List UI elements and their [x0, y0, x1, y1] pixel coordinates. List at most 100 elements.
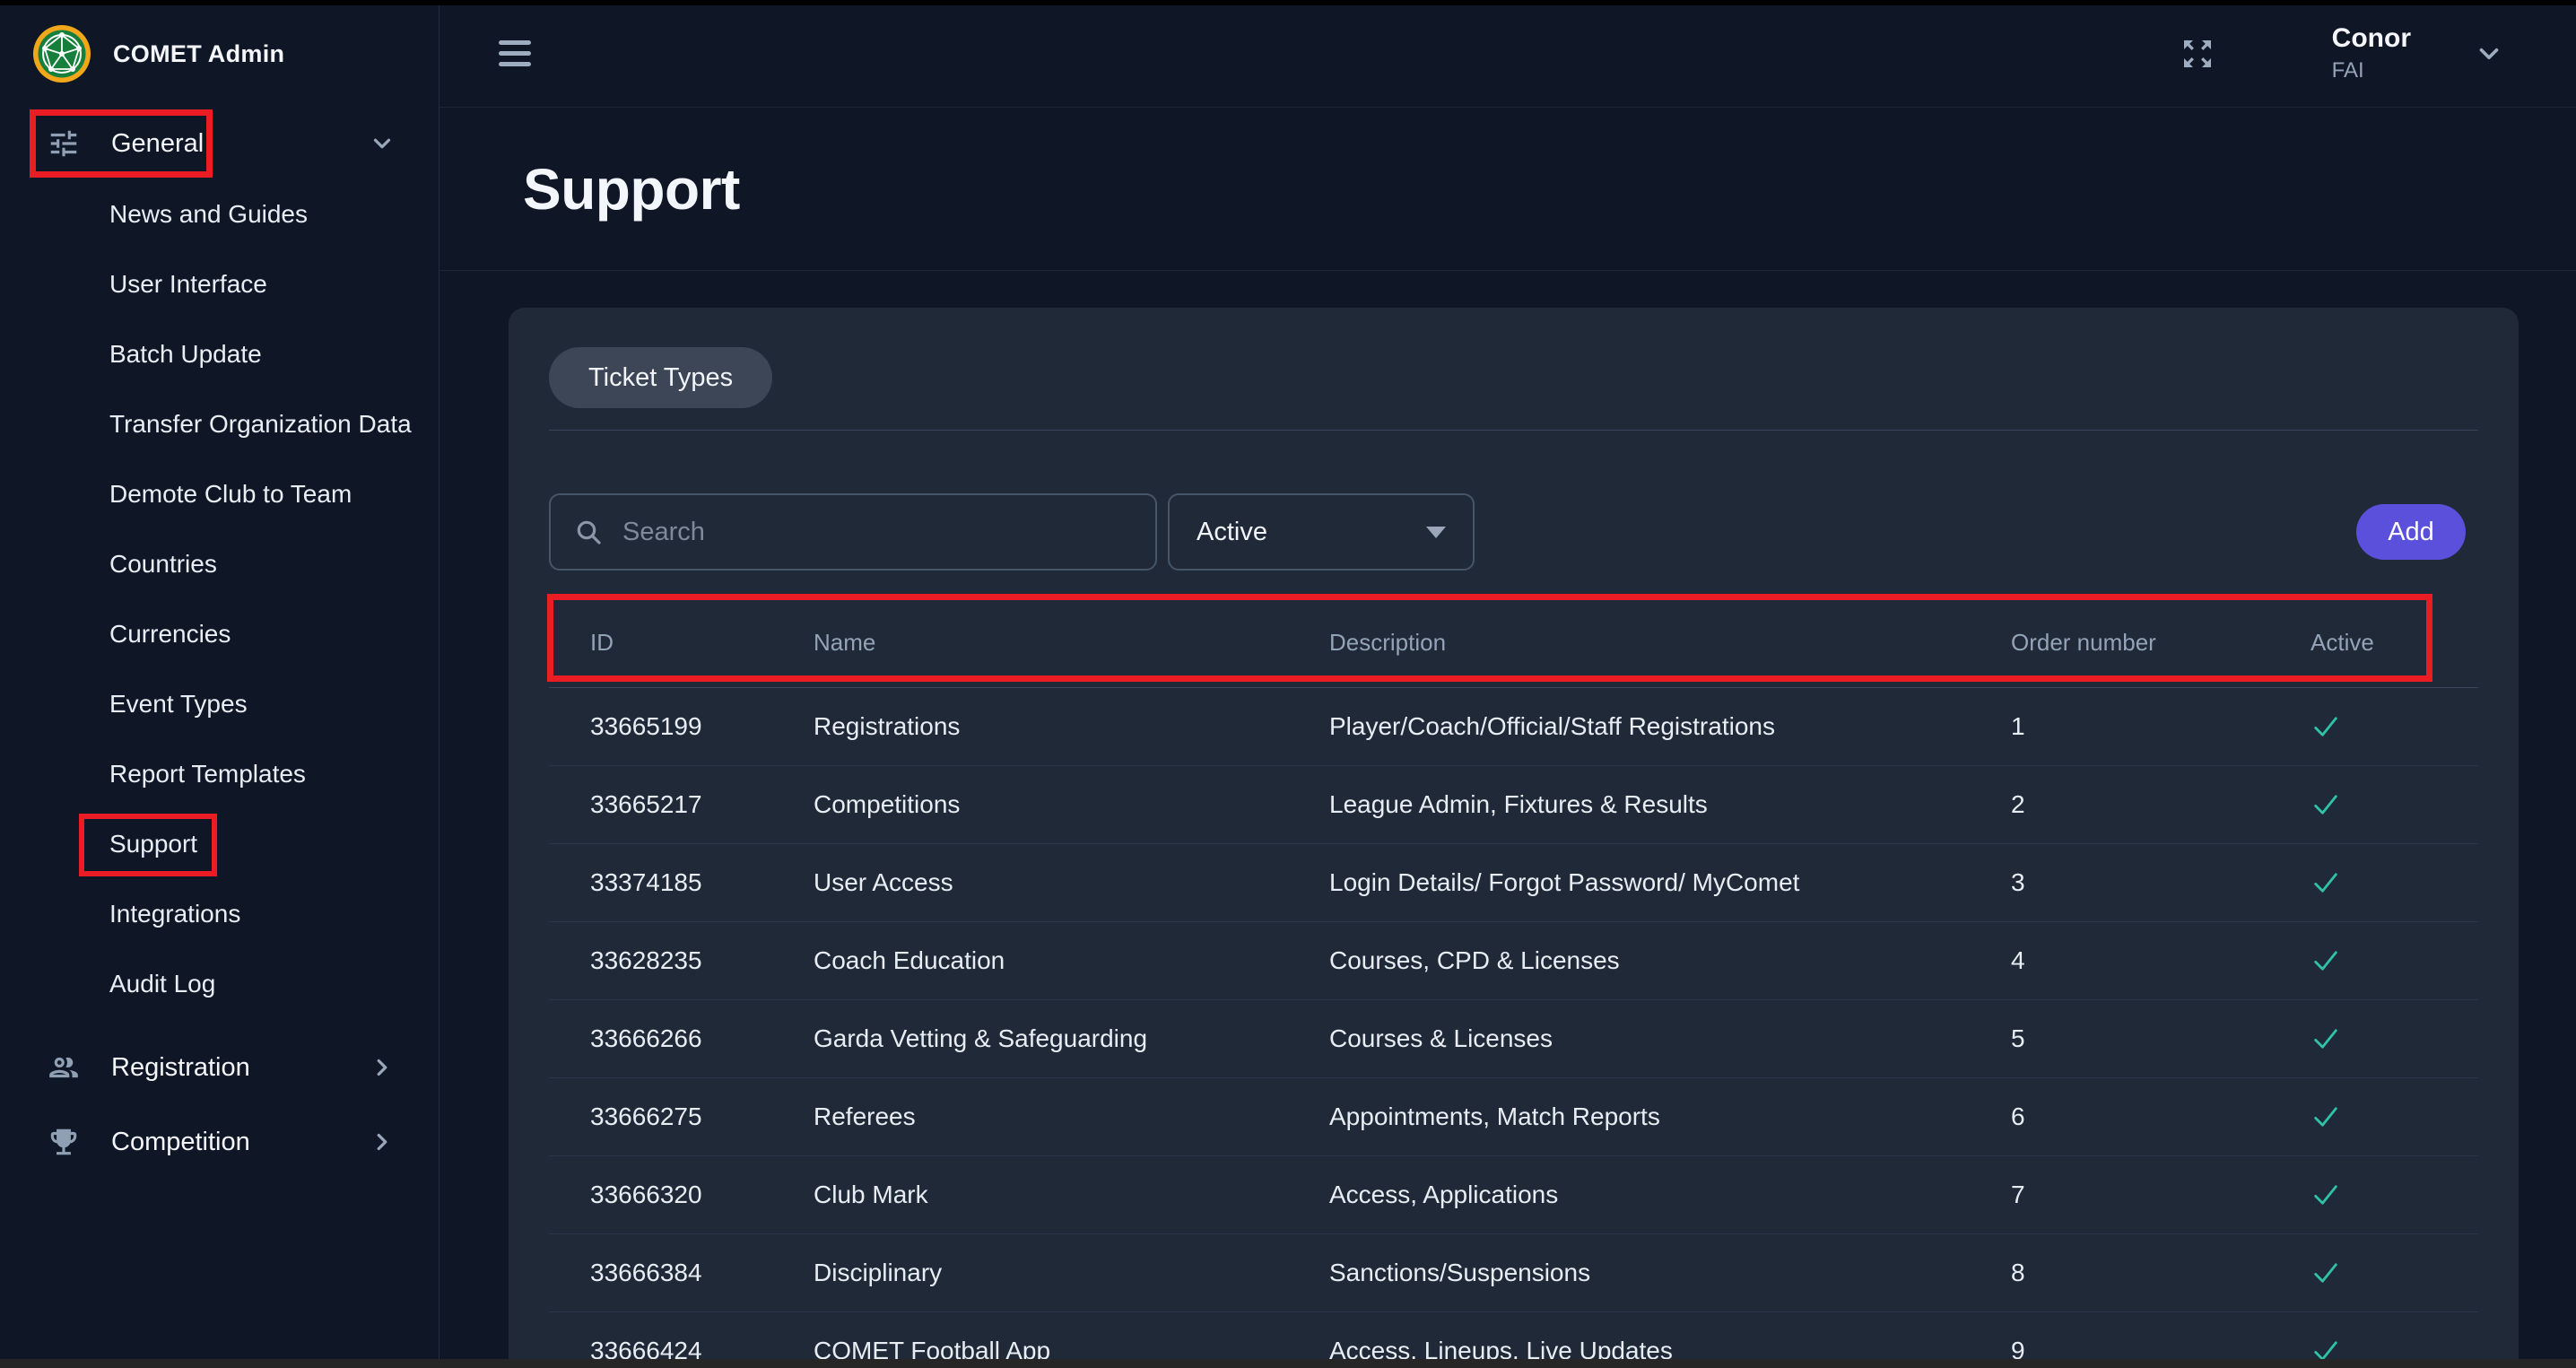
cell-id: 33665199: [549, 712, 814, 741]
cell-name: Club Mark: [814, 1181, 1329, 1209]
sidebar-item[interactable]: Demote Club to Team: [0, 459, 439, 529]
sidebar-item-label: Registration: [111, 1053, 250, 1083]
main-area: Conor FAI Support Ticket Types: [439, 0, 2576, 1368]
cell-order-number: 8: [2002, 1259, 2298, 1287]
sidebar-item[interactable]: Countries: [0, 529, 439, 599]
cell-id: 33666320: [549, 1181, 814, 1209]
tab-ticket-types[interactable]: Ticket Types: [549, 347, 772, 408]
cell-name: Garda Vetting & Safeguarding: [814, 1024, 1329, 1053]
sidebar-item[interactable]: Support: [0, 809, 439, 879]
check-icon: [2311, 1258, 2341, 1288]
cell-name: Registrations: [814, 712, 1329, 741]
sidebar-item[interactable]: Currencies: [0, 599, 439, 669]
column-header-description: Description: [1329, 629, 2002, 657]
sidebar-item-label: General: [111, 129, 204, 159]
cell-order-number: 7: [2002, 1181, 2298, 1209]
card-divider: [549, 430, 2478, 431]
cell-order-number: 3: [2002, 868, 2298, 897]
cell-order-number: 5: [2002, 1024, 2298, 1053]
table-row[interactable]: 33374185 User Access Login Details/ Forg…: [549, 844, 2478, 922]
table-row[interactable]: 33628235 Coach Education Courses, CPD & …: [549, 922, 2478, 1000]
chevron-right-icon: [369, 1128, 396, 1155]
cell-id: 33666266: [549, 1024, 814, 1053]
fullscreen-icon[interactable]: [2180, 36, 2215, 72]
trophy-icon: [47, 1125, 81, 1159]
cell-active: [2298, 1024, 2478, 1054]
cell-name: Competitions: [814, 790, 1329, 819]
user-menu[interactable]: Conor FAI: [2332, 23, 2411, 83]
sidebar: COMET Admin General News and Guides User…: [0, 0, 439, 1368]
table-body: 33665199 Registrations Player/Coach/Offi…: [549, 688, 2478, 1368]
table-row[interactable]: 33666384 Disciplinary Sanctions/Suspensi…: [549, 1234, 2478, 1312]
sidebar-item[interactable]: Report Templates: [0, 739, 439, 809]
column-header-active: Active: [2298, 629, 2478, 657]
cell-order-number: 2: [2002, 790, 2298, 819]
user-organization: FAI: [2332, 58, 2411, 83]
column-header-id: ID: [549, 629, 814, 657]
table-row[interactable]: 33666266 Garda Vetting & Safeguarding Co…: [549, 1000, 2478, 1078]
sidebar-item[interactable]: Integrations: [0, 879, 439, 949]
sidebar-item-competition[interactable]: Competition: [0, 1103, 439, 1181]
search-box: [549, 493, 1157, 571]
table-row[interactable]: 33666320 Club Mark Access, Applications …: [549, 1156, 2478, 1234]
page-title: Support: [523, 156, 740, 222]
table-controls: Active Add: [549, 493, 2478, 571]
cell-id: 33374185: [549, 868, 814, 897]
check-icon: [2311, 789, 2341, 820]
active-filter-select[interactable]: Active: [1168, 493, 1475, 571]
sidebar-item[interactable]: User Interface: [0, 249, 439, 319]
chevron-down-icon[interactable]: [2474, 39, 2504, 69]
cell-active: [2298, 1180, 2478, 1210]
sidebar-item[interactable]: Event Types: [0, 669, 439, 739]
content: Ticket Types Active Add ID Nam: [439, 271, 2576, 1368]
sidebar-item[interactable]: News and Guides: [0, 179, 439, 249]
app-title: COMET Admin: [113, 40, 284, 68]
cell-description: Courses & Licenses: [1329, 1024, 2002, 1053]
hamburger-menu-icon[interactable]: [499, 40, 531, 66]
cell-id: 33666275: [549, 1102, 814, 1131]
cell-active: [2298, 1258, 2478, 1288]
sidebar-general-submenu: News and Guides User Interface Batch Upd…: [0, 179, 439, 1019]
check-icon: [2311, 711, 2341, 742]
sidebar-item-label: Competition: [111, 1128, 250, 1157]
check-icon: [2311, 867, 2341, 898]
cell-active: [2298, 711, 2478, 742]
page-header: Support: [439, 108, 2576, 271]
cell-active: [2298, 945, 2478, 976]
table-row[interactable]: 33665199 Registrations Player/Coach/Offi…: [549, 688, 2478, 766]
sidebar-item[interactable]: Audit Log: [0, 949, 439, 1019]
table-row[interactable]: 33665217 Competitions League Admin, Fixt…: [549, 766, 2478, 844]
people-icon: [47, 1050, 81, 1085]
sidebar-item[interactable]: Transfer Organization Data: [0, 389, 439, 459]
user-name: Conor: [2332, 23, 2411, 55]
cell-description: Appointments, Match Reports: [1329, 1102, 2002, 1131]
check-icon: [2311, 1180, 2341, 1210]
cell-id: 33628235: [549, 946, 814, 975]
cell-name: Referees: [814, 1102, 1329, 1131]
column-header-name: Name: [814, 629, 1329, 657]
cell-description: Courses, CPD & Licenses: [1329, 946, 2002, 975]
cell-name: Disciplinary: [814, 1259, 1329, 1287]
sliders-icon: [47, 126, 81, 161]
cell-active: [2298, 789, 2478, 820]
cell-description: Player/Coach/Official/Staff Registration…: [1329, 712, 2002, 741]
cell-order-number: 4: [2002, 946, 2298, 975]
search-input[interactable]: [622, 518, 1132, 547]
cell-description: Login Details/ Forgot Password/ MyComet: [1329, 868, 2002, 897]
sidebar-item[interactable]: Batch Update: [0, 319, 439, 389]
cell-name: User Access: [814, 868, 1329, 897]
table-row[interactable]: 33666275 Referees Appointments, Match Re…: [549, 1078, 2478, 1156]
ticket-types-card: Ticket Types Active Add ID Nam: [509, 308, 2519, 1368]
cell-description: Sanctions/Suspensions: [1329, 1259, 2002, 1287]
check-icon: [2311, 1102, 2341, 1132]
table-header-row: ID Name Description Order number Active: [549, 598, 2478, 688]
sidebar-item-registration[interactable]: Registration: [0, 1032, 439, 1103]
cell-id: 33666384: [549, 1259, 814, 1287]
cell-description: Access, Applications: [1329, 1181, 2002, 1209]
caret-down-icon: [1426, 527, 1446, 538]
screen-edge-top: [0, 0, 2576, 5]
add-button[interactable]: Add: [2356, 504, 2466, 560]
sidebar-item-general[interactable]: General: [0, 108, 439, 179]
search-icon: [574, 518, 603, 546]
cell-active: [2298, 1102, 2478, 1132]
